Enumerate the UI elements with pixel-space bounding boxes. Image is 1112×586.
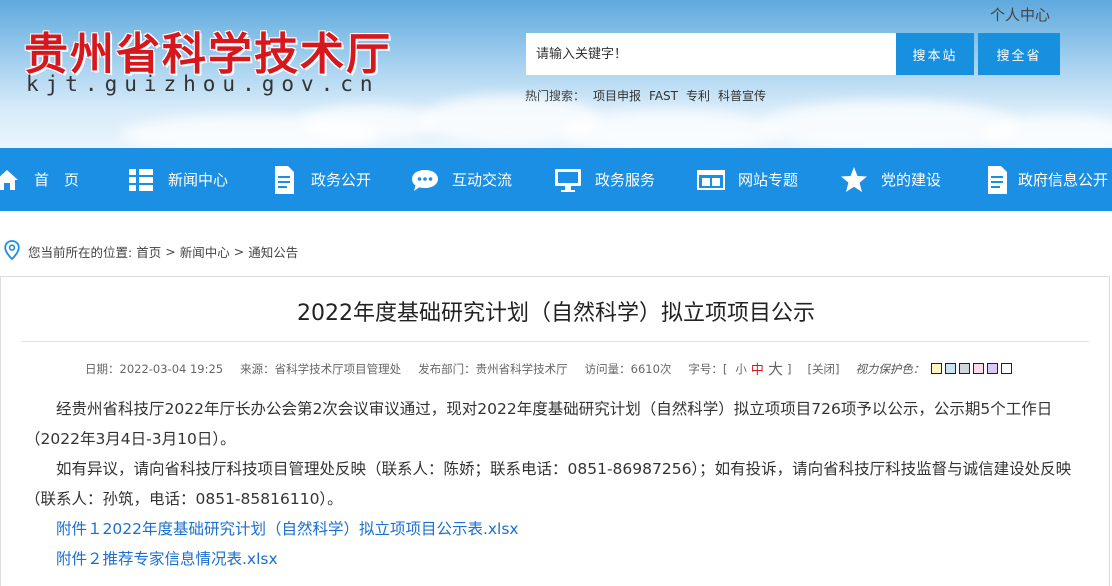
- article-meta: 日期：2022-03-04 19:25 来源：省科学技术厅项目管理处 发布部门：…: [85, 358, 1013, 379]
- nav-item-label: 首 页: [34, 171, 80, 189]
- location-pin-icon: [4, 239, 20, 263]
- eye-color-swatch-white[interactable]: [1001, 363, 1013, 374]
- article-body: 经贵州省科技厅2022年厅长办公会第2次会议审议通过，现对2022年度基础研究计…: [25, 394, 1089, 574]
- eye-color-swatch-blue[interactable]: [945, 363, 957, 374]
- news-list-icon: [126, 165, 156, 195]
- meta-date: 日期：2022-03-04 19:25: [85, 361, 224, 376]
- home-icon: [0, 165, 22, 195]
- browser-window-icon: [696, 165, 726, 195]
- hot-search-label: 热门搜索：: [525, 89, 586, 103]
- meta-department: 发布部门：贵州省科学技术厅: [418, 361, 568, 376]
- hot-search-link[interactable]: 科普宣传: [718, 89, 766, 103]
- site-domain: kjt.guizhou.gov.cn: [26, 72, 380, 96]
- breadcrumb-item-home[interactable]: 首页: [136, 242, 161, 261]
- nav-item-gov-services[interactable]: 政务服务: [553, 148, 655, 211]
- main-nav-bar: 首 页 新闻中心 政务公开 互动交流 政务服务 网站专题 党的建设 政府信息公开: [0, 148, 1112, 211]
- article-paragraph: 经贵州省科技厅2022年厅长办公会第2次会议审议通过，现对2022年度基础研究计…: [25, 400, 1053, 448]
- personal-center-link[interactable]: 个人中心: [990, 4, 1050, 25]
- article-paragraph: 如有异议，请向省科技厅科技项目管理处反映（联系人：陈娇；联系电话：0851-86…: [25, 460, 1072, 508]
- hot-search-link[interactable]: 专利: [686, 89, 710, 103]
- nav-item-gov-affairs-open[interactable]: 政务公开: [269, 148, 371, 211]
- article-container: 2022年度基础研究计划（自然科学）拟立项项目公示 日期：2022-03-04 …: [0, 276, 1110, 586]
- eye-protection-label: 视力保护色：: [855, 361, 925, 376]
- document-icon: [269, 165, 299, 195]
- nav-item-label: 政府信息公开: [1018, 171, 1109, 189]
- breadcrumb-prefix: 您当前所在的位置:: [28, 244, 133, 260]
- title-divider: [21, 341, 1089, 342]
- meta-views: 访问量：6610次: [584, 361, 672, 376]
- nav-item-interaction[interactable]: 互动交流: [410, 148, 512, 211]
- hot-search-link[interactable]: FAST: [649, 89, 678, 103]
- meta-source: 来源：省科学技术厅项目管理处: [240, 361, 402, 376]
- eye-color-swatch-yellow[interactable]: [931, 363, 943, 374]
- banner-cloud: [560, 110, 780, 148]
- article-title: 2022年度基础研究计划（自然科学）拟立项项目公示: [297, 301, 815, 326]
- attachment-link[interactable]: 附件１2022年度基础研究计划（自然科学）拟立项项目公示表.xlsx: [25, 514, 1089, 544]
- font-size-end: ]: [786, 361, 792, 376]
- search-site-button[interactable]: 搜本站: [896, 33, 974, 75]
- font-size-label: 字号：[: [688, 361, 728, 376]
- search-input[interactable]: [526, 33, 896, 75]
- hot-search-link[interactable]: 项目申报: [593, 89, 641, 103]
- nav-item-party-building[interactable]: 党的建设: [839, 148, 941, 211]
- search-province-button[interactable]: 搜全省: [978, 33, 1060, 75]
- breadcrumb-item-notices[interactable]: 通知公告: [248, 242, 298, 261]
- nav-item-label: 网站专题: [738, 171, 799, 189]
- breadcrumb-separator: >: [233, 243, 245, 259]
- nav-item-label: 党的建设: [881, 171, 942, 189]
- close-article-button[interactable]: [关闭]: [807, 361, 839, 377]
- font-size-small-button[interactable]: 小: [735, 361, 747, 377]
- eye-color-swatch-gray[interactable]: [959, 363, 971, 374]
- eye-color-swatch-pink[interactable]: [973, 363, 985, 374]
- font-size-large-button[interactable]: 大: [768, 358, 783, 379]
- nav-item-label: 新闻中心: [168, 171, 229, 189]
- nav-item-label: 互动交流: [452, 171, 513, 189]
- document-icon: [982, 165, 1012, 195]
- nav-item-label: 政务服务: [595, 171, 656, 189]
- nav-item-label: 政务公开: [311, 171, 372, 189]
- nav-item-news-center[interactable]: 新闻中心: [126, 148, 228, 211]
- banner-cloud: [760, 100, 1020, 148]
- chat-bubble-icon: [410, 165, 440, 195]
- breadcrumb: 您当前所在的位置: 首页 > 新闻中心 > 通知公告: [4, 239, 298, 263]
- nav-item-gov-info-disclosure[interactable]: 政府信息公开: [982, 148, 1108, 211]
- banner-cloud: [300, 105, 440, 141]
- eye-color-swatch-purple[interactable]: [987, 363, 999, 374]
- hot-search-bar: 热门搜索： 项目申报 FAST 专利 科普宣传: [525, 87, 766, 104]
- monitor-icon: [553, 165, 583, 195]
- breadcrumb-separator: >: [165, 243, 176, 259]
- attachment-link[interactable]: 附件２推荐专家信息情况表.xlsx: [25, 544, 1089, 574]
- font-size-medium-button[interactable]: 中: [751, 359, 764, 378]
- header-banner: 贵州省科学技术厅 kjt.guizhou.gov.cn 个人中心 搜本站 搜全省…: [0, 0, 1112, 148]
- nav-item-special-topics[interactable]: 网站专题: [696, 148, 798, 211]
- star-icon: [839, 165, 869, 195]
- breadcrumb-item-news-center[interactable]: 新闻中心: [180, 242, 230, 261]
- nav-item-home[interactable]: 首 页: [0, 148, 79, 211]
